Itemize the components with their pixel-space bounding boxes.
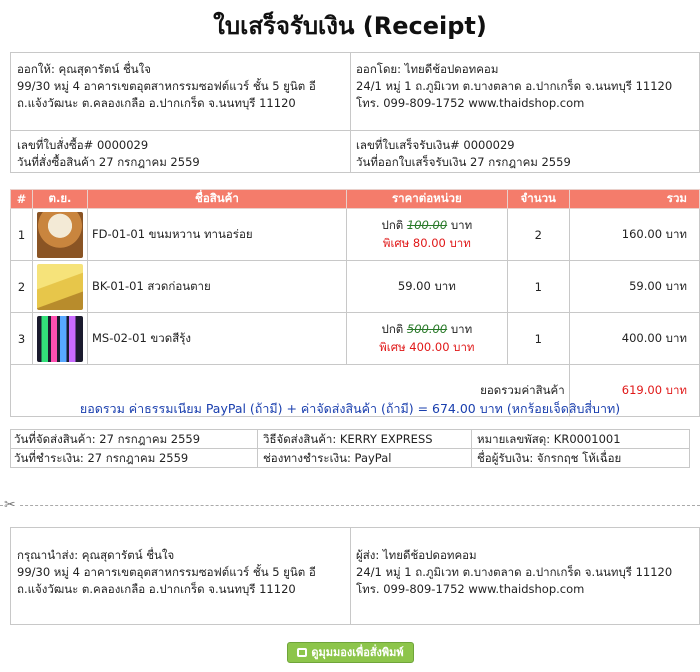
row-qty: 1: [506, 260, 570, 313]
sale-price: 400.00 บาท: [409, 339, 475, 354]
recipient: กรุณานำส่ง: คุณสุดารัตน์ ชื่นใจ 99/30 หม…: [11, 547, 350, 598]
recipient-address-2: ถ.แจ้งวัฒนะ ต.คลองเกลือ อ.ปากเกร็ด จ.นนท…: [17, 582, 296, 596]
payment-channel: ช่องทางชำระเงิน: PayPal: [263, 451, 392, 465]
print-button-label: ดูมุมมองเพื่อสั่งพิมพ์: [311, 646, 404, 659]
col-header-price: ราคาต่อหน่วย: [345, 189, 508, 209]
receipt-number: เลขที่ใบเสร็จรับเงิน# 0000029: [356, 138, 515, 152]
scissors-icon: ✂: [4, 497, 18, 513]
table-row: 1 FD-01-01 ขนมหวาน ทานอร่อย ปกติ 100.00 …: [10, 208, 700, 261]
issued-by-address: 24/1 หมู่ 1 ถ.ภูมิเวท ต.บางตลาด อ.ปากเกร…: [356, 79, 673, 93]
items-table: # ต.ย. ชื่อสินค้า ราคาต่อหน่วย จำนวน รวม…: [10, 189, 700, 417]
ship-date: วันที่จัดส่งสินค้า: 27 กรกฎาคม 2559: [14, 432, 201, 446]
sender-address: 24/1 หมู่ 1 ถ.ภูมิเวท ต.บางตลาด อ.ปากเกร…: [356, 565, 673, 579]
bill-to-name: ออกให้: คุณสุดารัตน์ ชื่นใจ: [17, 62, 151, 76]
col-header-num: #: [10, 189, 33, 209]
table-row: 2 BK-01-01 สวดก่อนตาย 59.00 บาท 1 59.00 …: [10, 260, 700, 313]
bill-to: ออกให้: คุณสุดารัตน์ ชื่นใจ 99/30 หมู่ 4…: [11, 61, 350, 112]
regular-label: ปกติ: [381, 217, 404, 232]
price-cell: ปกติ 100.00 บาท พิเศษ 80.00 บาท: [345, 208, 508, 261]
receipt-date: วันที่ออกใบเสร็จรับเงิน 27 กรกฎาคม 2559: [356, 155, 571, 169]
product-thumb-cell: [31, 208, 88, 261]
product-name[interactable]: MS-02-01 ขวดสีรุ้ง: [86, 312, 347, 365]
product-thumb-image[interactable]: [36, 315, 83, 362]
sender-name: ผู้ส่ง: ไทยดีช้อปดอทคอม: [356, 548, 477, 562]
row-price: 59.00 บาท: [345, 260, 508, 313]
col-header-image: ต.ย.: [31, 189, 88, 209]
grand-total: ยอดรวม ค่าธรรมเนียม PayPal (ถ้ามี) + ค่า…: [79, 401, 621, 416]
ship-method: วิธีจัดส่งสินค้า: KERRY EXPRESS: [263, 432, 433, 446]
row-num: 2: [10, 260, 33, 313]
receipt-info: เลขที่ใบเสร็จรับเงิน# 0000029 วันที่ออกใ…: [350, 137, 700, 171]
print-view-button[interactable]: ดูมุมมองเพื่อสั่งพิมพ์: [287, 642, 414, 663]
sender: ผู้ส่ง: ไทยดีช้อปดอทคอม 24/1 หมู่ 1 ถ.ภู…: [350, 547, 700, 598]
table-row: 3 MS-02-01 ขวดสีรุ้ง ปกติ 500.00 บาท พิเ…: [10, 312, 700, 365]
payment-date: วันที่ชำระเงิน: 27 กรกฎาคม 2559: [14, 451, 189, 465]
recipient-address-1: 99/30 หมู่ 4 อาคารเขตอุตสาหกรรมซอฟต์แวร์…: [17, 565, 316, 579]
col-header-total: รวม: [568, 189, 700, 209]
product-thumb-image[interactable]: [36, 263, 83, 310]
row-num: 3: [10, 312, 33, 365]
col-header-qty: จำนวน: [506, 189, 570, 209]
row-num: 1: [10, 208, 33, 261]
sale-price: 80.00 บาท: [412, 235, 471, 250]
price-cell: ปกติ 500.00 บาท พิเศษ 400.00 บาท: [345, 312, 508, 365]
issued-by-name: ออกโดย: ไทยดีช้อปดอทคอม: [356, 62, 499, 76]
sale-label: พิเศษ: [382, 235, 410, 250]
product-thumb-image[interactable]: [36, 211, 83, 258]
row-total: 59.00 บาท: [568, 260, 700, 313]
bill-to-address-2: ถ.แจ้งวัฒนะ ต.คลองเกลือ อ.ปากเกร็ด จ.นนท…: [17, 96, 296, 110]
bill-to-address-1: 99/30 หมู่ 4 อาคารเขตอุตสาหกรรมซอฟต์แวร์…: [17, 79, 316, 93]
recipient-name: กรุณานำส่ง: คุณสุดารัตน์ ชื่นใจ: [17, 548, 175, 562]
shipping-label-box: กรุณานำส่ง: คุณสุดารัตน์ ชื่นใจ 99/30 หม…: [10, 527, 700, 625]
sale-label: พิเศษ: [379, 339, 406, 354]
order-number: เลขที่ใบสั่งซื้อ# 0000029: [17, 138, 149, 152]
row-total: 160.00 บาท: [568, 208, 700, 261]
page-title: ใบเสร็จรับเงิน (Receipt): [213, 12, 487, 40]
row-total: 400.00 บาท: [568, 312, 700, 365]
regular-price: 100.00: [406, 217, 448, 232]
shipping-box: วันที่จัดส่งสินค้า: 27 กรกฎาคม 2559 วิธี…: [10, 429, 690, 468]
info-box: ออกให้: คุณสุดารัตน์ ชื่นใจ 99/30 หมู่ 4…: [10, 52, 700, 173]
product-name[interactable]: BK-01-01 สวดก่อนตาย: [86, 260, 347, 313]
table-header-row: # ต.ย. ชื่อสินค้า ราคาต่อหน่วย จำนวน รวม: [10, 189, 700, 209]
regular-label: ปกติ: [381, 321, 404, 336]
product-name[interactable]: FD-01-01 ขนมหวาน ทานอร่อย: [86, 208, 347, 261]
row-qty: 1: [506, 312, 570, 365]
payer-name: ชื่อผู้รับเงิน: จักรกฤช โห้เฉื่อย: [477, 451, 622, 465]
currency-unit: บาท: [450, 217, 473, 232]
tracking-number: หมายเลขพัสดุ: KR0001001: [477, 432, 621, 446]
currency-unit: บาท: [450, 321, 473, 336]
order-date: วันที่สั่งซื้อสินค้า 27 กรกฎาคม 2559: [17, 155, 200, 169]
product-thumb-cell: [31, 312, 88, 365]
regular-price: 500.00: [406, 321, 448, 336]
issued-by-contact: โทร. 099-809-1752 www.thaidshop.com: [356, 96, 585, 110]
row-qty: 2: [506, 208, 570, 261]
issued-by: ออกโดย: ไทยดีช้อปดอทคอม 24/1 หมู่ 1 ถ.ภู…: [350, 61, 700, 112]
printer-icon: [297, 648, 308, 657]
cut-line: [0, 505, 700, 506]
col-header-name: ชื่อสินค้า: [86, 189, 347, 209]
product-thumb-cell: [31, 260, 88, 313]
sender-contact: โทร. 099-809-1752 www.thaidshop.com: [356, 582, 585, 596]
order-info: เลขที่ใบสั่งซื้อ# 0000029 วันที่สั่งซื้อ…: [11, 137, 350, 171]
